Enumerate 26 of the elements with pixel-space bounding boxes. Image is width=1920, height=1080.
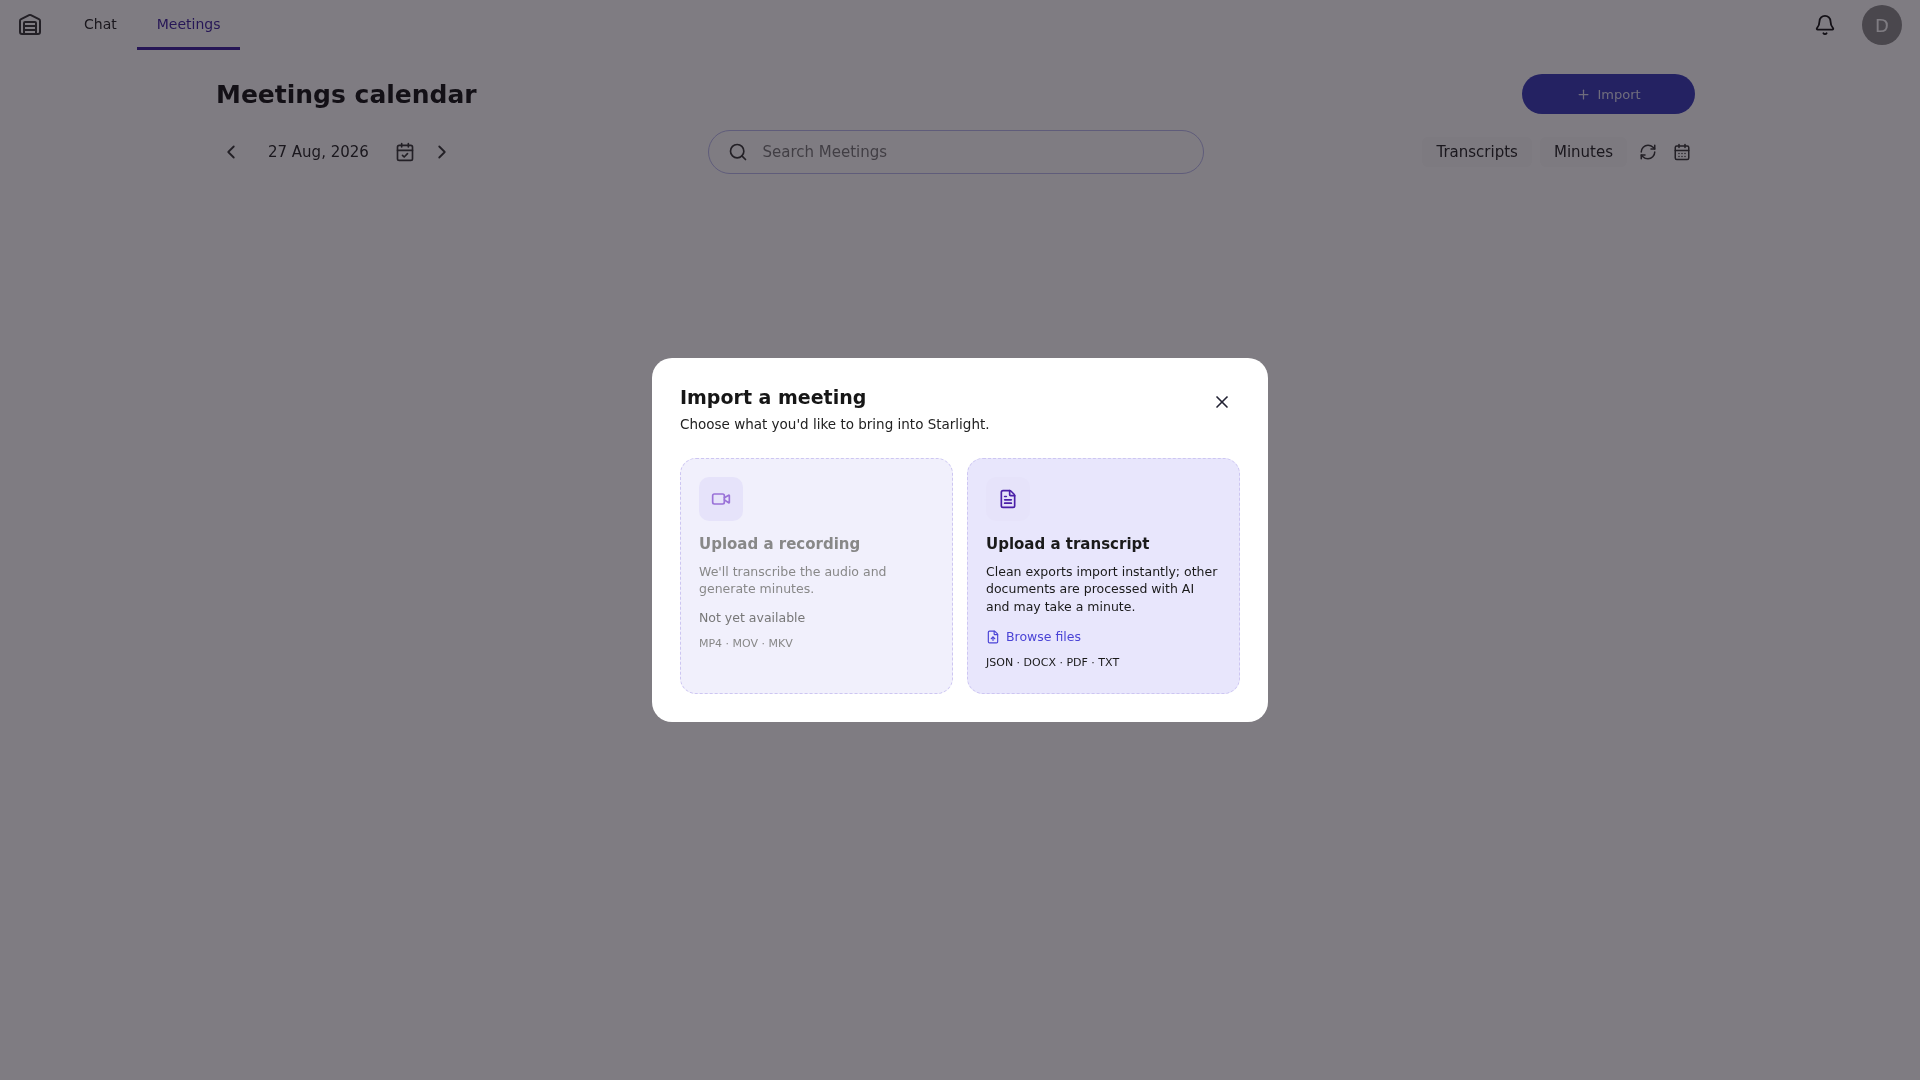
browse-files-link[interactable]: Browse files [986, 629, 1082, 645]
search-icon [727, 142, 748, 162]
dialog-subtitle: Choose what you'd like to bring into Starlight. [680, 415, 991, 432]
availability-note: Not yet available [699, 609, 806, 625]
dialog-title: Import a meeting [680, 385, 867, 408]
option-card[interactable]: Upload a transcript Clean exports import instantly; other documents are processed with AI and may take a minute. Browse files JSON · DOCX · PDF · TXT [967, 457, 1240, 695]
nav-tab[interactable]: Chat [64, 0, 137, 50]
search-field[interactable]: Search Meetings [707, 130, 1204, 174]
option-description: Clean exports import instantly; other documents are processed with AI and may take a minute. [986, 562, 1219, 616]
plus-icon [1576, 86, 1592, 102]
page-title: Meetings calendar [216, 79, 477, 109]
refresh-icon[interactable] [1639, 143, 1657, 161]
import-button[interactable]: Import [1522, 74, 1695, 114]
file-formats: MP4 · MOV · MKV [699, 636, 793, 650]
date-label: 27 Aug, 2026 [268, 143, 369, 161]
calendar-icon[interactable] [394, 142, 415, 162]
option-title: Upload a recording [699, 534, 861, 553]
nav-tab[interactable]: Meetings [136, 0, 241, 50]
file-upload-icon [986, 629, 1000, 644]
calendar-icon[interactable] [1673, 143, 1691, 161]
home-icon[interactable] [18, 13, 42, 37]
file-formats: JSON · DOCX · PDF · TXT [986, 656, 1120, 670]
option-title: Upload a transcript [986, 534, 1150, 553]
bell-icon[interactable] [1814, 14, 1836, 36]
option-description: We'll transcribe the audio and generate minutes. [699, 562, 888, 598]
video-camera-icon [699, 476, 743, 521]
